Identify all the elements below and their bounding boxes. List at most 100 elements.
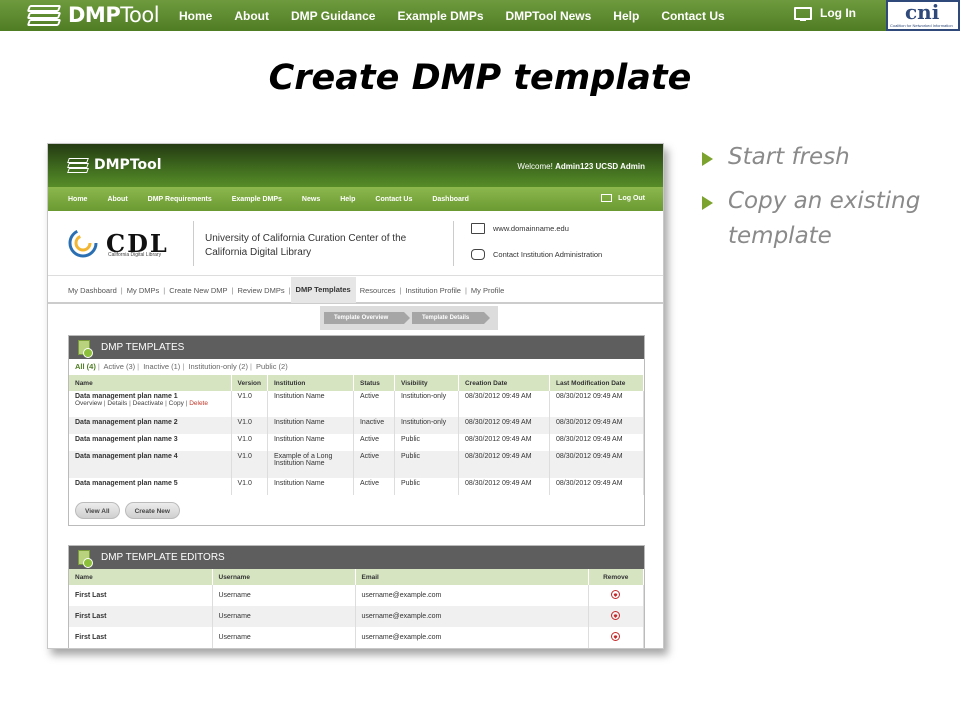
app-nav-help[interactable]: Help [340,196,355,203]
nav-help[interactable]: Help [613,9,639,23]
col-status[interactable]: Status [353,375,395,391]
templates-actions: View All Create New [69,495,644,525]
table-row[interactable]: Data management plan name 2 V1.0 Institu… [69,417,645,434]
cell-created: 08/30/2012 09:49 AM [458,417,550,434]
filter-inactive[interactable]: Inactive (1) [143,362,180,371]
nav-dmptool-news[interactable]: DMPTool News [506,9,592,23]
col-name[interactable]: Name [69,375,232,391]
dmptool-logo[interactable]: DMPTool [26,3,160,27]
subnav-institution-profile[interactable]: Institution Profile [406,286,461,295]
subnav-review-dmps[interactable]: Review DMPs [238,286,285,295]
subnav-dmp-templates[interactable]: DMP Templates [290,277,356,303]
app-logo[interactable]: DMPTool [67,157,162,173]
cell-version: V1.0 [231,478,268,495]
table-row[interactable]: Data management plan name 3 V1.0 Institu… [69,434,645,451]
app-nav-home[interactable]: Home [68,196,87,203]
action-copy[interactable]: Copy [169,400,184,407]
cell-visibility: Public [394,434,459,451]
editor-username: Username [212,585,356,606]
table-row[interactable]: Data management plan name 4 V1.0 Example… [69,451,645,478]
nav-dmp-guidance[interactable]: DMP Guidance [291,9,375,23]
table-row[interactable]: Data management plan name 5 V1.0 Institu… [69,478,645,495]
action-details[interactable]: Details [107,400,127,407]
plan-name[interactable]: Data management plan name 4 [69,451,232,478]
document-user-icon [78,550,93,568]
action-overview[interactable]: Overview [75,400,102,407]
col-visibility[interactable]: Visibility [394,375,459,391]
cell-version: V1.0 [231,451,268,478]
cell-visibility: Public [394,478,459,495]
editors-panel-header: DMP TEMPLATE EDITORS [69,546,644,569]
action-deactivate[interactable]: Deactivate [133,400,164,407]
col-email[interactable]: Email [355,569,589,585]
app-nav-news[interactable]: News [302,196,320,203]
nav-contact-us[interactable]: Contact Us [661,9,724,23]
cell-institution: Institution Name [267,478,354,495]
crumb-template-overview[interactable]: Template Overview [324,312,410,324]
col-institution[interactable]: Institution [267,375,354,391]
editor-name: First Last [69,585,213,606]
cell-modified: 08/30/2012 09:49 AM [549,434,645,451]
create-new-button[interactable]: Create New [124,501,180,519]
cell-institution: Institution Name [267,434,354,451]
contact-admin-label: Contact Institution Administration [493,250,603,259]
remove-icon[interactable] [611,590,621,599]
app-nav-contact-us[interactable]: Contact Us [375,196,412,203]
bullet-copy-template: Copy an existing template [700,184,950,254]
plan-name[interactable]: Data management plan name 1 [75,393,225,400]
cell-created: 08/30/2012 09:49 AM [458,434,550,451]
chat-icon [471,249,485,260]
col-last-modification-date[interactable]: Last Modification Date [549,375,645,391]
cni-logo: cni Coalition for Networked Information [886,0,960,31]
dmptool-logo-icon [26,4,62,26]
col-version[interactable]: Version [231,375,268,391]
editors-panel: DMP TEMPLATE EDITORS Name Username Email… [68,545,645,648]
welcome-message: Welcome! Admin123 UCSD Admin [517,162,645,171]
subnav-my-dashboard[interactable]: My Dashboard [68,286,117,295]
cell-status: Inactive [353,417,395,434]
website-label: www.domainname.edu [493,224,569,233]
crumb-template-details[interactable]: Template Details [412,312,490,324]
col-name[interactable]: Name [69,569,213,585]
table-row[interactable]: Data management plan name 1 Overview | D… [69,391,645,417]
contact-admin-link[interactable]: Contact Institution Administration [471,249,602,260]
app-nav-example-dmps[interactable]: Example DMPs [232,196,282,203]
filter-all[interactable]: All (4) [75,362,96,371]
app-nav-about[interactable]: About [107,196,127,203]
subnav-create-new-dmp[interactable]: Create New DMP [169,286,227,295]
col-username[interactable]: Username [212,569,356,585]
nav-home[interactable]: Home [179,9,212,23]
site-nav: Home About DMP Guidance Example DMPs DMP… [168,0,736,31]
app-nav-dmp-requirements[interactable]: DMP Requirements [148,196,212,203]
plan-name[interactable]: Data management plan name 5 [69,478,232,495]
plan-name[interactable]: Data management plan name 2 [69,417,232,434]
cell-version: V1.0 [231,417,268,434]
nav-example-dmps[interactable]: Example DMPs [397,9,483,23]
plan-name[interactable]: Data management plan name 3 [69,434,232,451]
filter-institution-only[interactable]: Institution-only (2) [188,362,248,371]
view-all-button[interactable]: View All [75,501,120,519]
cell-visibility: Institution-only [394,391,459,417]
editors-panel-title: DMP TEMPLATE EDITORS [101,552,225,563]
logout-button[interactable]: Log Out [601,194,645,202]
nav-about[interactable]: About [234,9,269,23]
filter-active[interactable]: Active (3) [103,362,135,371]
app-logo-icon [67,158,90,173]
cdl-logo-subtitle: California Digital Library [108,252,162,258]
remove-icon[interactable] [611,611,621,620]
action-delete[interactable]: Delete [189,400,208,407]
filter-public[interactable]: Public (2) [256,362,288,371]
subnav-resources[interactable]: Resources [360,286,396,295]
col-creation-date[interactable]: Creation Date [458,375,550,391]
app-nav-dashboard[interactable]: Dashboard [432,196,469,203]
cell-visibility: Institution-only [394,417,459,434]
website-icon [471,223,485,234]
cell-status: Active [353,434,395,451]
subnav-my-dmps[interactable]: My DMPs [127,286,160,295]
subnav-my-profile[interactable]: My Profile [471,286,504,295]
editor-name: First Last [69,627,213,648]
institution-banner: CDL California Digital Library Universit… [48,211,663,276]
login-button[interactable]: Log In [794,6,856,21]
institution-website-link[interactable]: www.domainname.edu [471,223,569,234]
remove-icon[interactable] [611,632,621,641]
